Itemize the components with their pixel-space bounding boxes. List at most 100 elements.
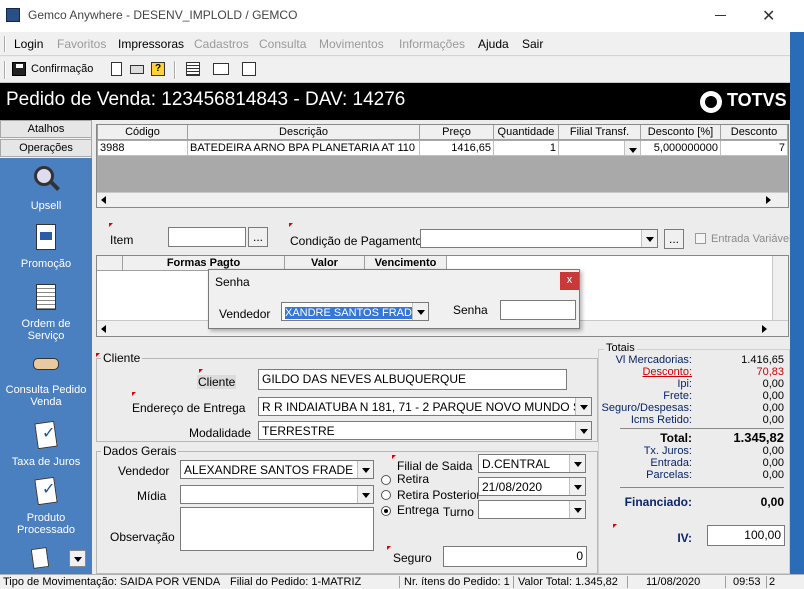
modality-select[interactable]: TERRESTRE <box>258 421 592 440</box>
sidebar-tab-atalhos[interactable]: Atalhos <box>0 120 92 138</box>
save-icon[interactable] <box>12 62 26 76</box>
horizontal-scrollbar[interactable] <box>97 192 788 207</box>
seller-value: ALEXANDRE SANTOS FRADE <box>184 463 354 477</box>
minimize-icon[interactable] <box>715 15 726 16</box>
column-header[interactable]: Preço <box>420 125 494 140</box>
menu-sair[interactable]: Sair <box>522 37 543 51</box>
table-cell-desconto[interactable]: 7 <box>721 141 788 156</box>
sidebar-item-consulta-pedido[interactable]: Consulta Pedido Venda <box>0 348 92 408</box>
menu-movimentos[interactable]: Movimentos <box>319 37 384 51</box>
required-marker <box>613 524 617 528</box>
menu-consulta[interactable]: Consulta <box>259 37 306 51</box>
note-textarea[interactable] <box>180 507 374 551</box>
menu-favoritos[interactable]: Favoritos <box>57 37 106 51</box>
payment-condition-select[interactable] <box>420 229 658 248</box>
menu-login[interactable]: Login <box>14 37 43 51</box>
payment-search-button[interactable]: ... <box>664 229 684 249</box>
seller-select[interactable]: ALEXANDRE SANTOS FRADE <box>180 460 374 479</box>
item-input[interactable] <box>168 227 246 247</box>
dialog-seller-select[interactable]: XANDRE SANTOS FRADE <box>281 302 429 321</box>
radio-retira-posterior[interactable] <box>381 490 391 500</box>
confirm-button[interactable]: Confirmação <box>31 63 93 75</box>
table-cell-filial[interactable] <box>559 141 641 156</box>
chevron-down-icon[interactable] <box>412 303 428 320</box>
date-select[interactable]: 21/08/2020 <box>478 477 586 496</box>
chevron-down-icon[interactable] <box>357 486 373 503</box>
print-icon[interactable] <box>128 60 146 78</box>
sidebar-operations-panel: Upsell Promoção Ordem de Serviço Consult… <box>0 158 92 574</box>
dialog-close-button[interactable]: x <box>560 272 579 290</box>
sidebar-tab-operacoes[interactable]: Operações <box>0 139 92 157</box>
column-header[interactable]: Código <box>98 125 188 140</box>
sidebar-item-promocao[interactable]: Promoção <box>0 222 92 270</box>
close-icon[interactable]: ✕ <box>762 6 775 26</box>
delivery-address-select[interactable]: R R INDAIATUBA N 181, 71 - 2 PARQUE NOVO… <box>258 397 592 416</box>
radio-retira-label: Retira <box>397 472 430 486</box>
list-icon[interactable] <box>240 60 258 78</box>
chevron-down-icon[interactable] <box>641 230 657 247</box>
chevron-down-icon[interactable] <box>575 398 591 415</box>
radio-entrega[interactable] <box>381 506 391 516</box>
item-search-button[interactable]: ... <box>248 227 268 247</box>
column-header[interactable]: Descrição <box>188 125 420 140</box>
exit-branch-select[interactable]: D.CENTRAL <box>478 454 586 473</box>
checklist-icon: ✓ <box>30 420 62 452</box>
menu-impressoras[interactable]: Impressoras <box>118 37 184 51</box>
customer-group-title: Cliente <box>101 351 143 365</box>
chevron-down-icon[interactable] <box>624 141 640 155</box>
radio-retira[interactable] <box>381 475 391 485</box>
checklist-icon[interactable] <box>30 546 54 570</box>
sidebar-item-taxa-juros[interactable]: ✓ Taxa de Juros <box>0 420 92 468</box>
new-document-icon[interactable] <box>108 60 126 78</box>
table-cell-preco[interactable]: 1416,65 <box>420 141 494 156</box>
menu-cadastros[interactable]: Cadastros <box>194 37 249 51</box>
sidebar-scroll-down-button[interactable] <box>69 550 86 567</box>
required-marker <box>387 546 391 550</box>
column-header[interactable]: Quantidade <box>494 125 559 140</box>
chevron-down-icon[interactable] <box>569 478 585 495</box>
required-marker <box>109 223 113 227</box>
vertical-scrollbar[interactable] <box>772 256 788 320</box>
checklist-icon: ✓ <box>30 476 62 508</box>
status-total: Valor Total: 1.345,82 <box>518 576 628 588</box>
sidebar-item-label: Taxa de Juros <box>11 456 81 468</box>
totals-separator <box>620 487 784 488</box>
sidebar-item-ordem-servico[interactable]: Ordem de Serviço <box>0 282 92 342</box>
sidebar-item-produto-processado[interactable]: ✓ Produto Processado <box>0 476 92 536</box>
table-cell-quantidade[interactable]: 1 <box>494 141 559 156</box>
iv-input[interactable]: 100,00 <box>707 525 785 546</box>
chevron-down-icon[interactable] <box>357 461 373 478</box>
chevron-down-icon[interactable] <box>569 455 585 472</box>
card-icon[interactable] <box>212 60 230 78</box>
scroll-right-icon[interactable] <box>762 325 767 333</box>
required-marker <box>289 223 293 227</box>
variable-entry-checkbox[interactable] <box>695 233 706 244</box>
chevron-down-icon[interactable] <box>569 501 585 518</box>
calendar-icon[interactable] <box>184 60 202 78</box>
sidebar-item-upsell[interactable]: Upsell <box>0 164 92 212</box>
status-bar: Tipo de Movimentação: SAIDA POR VENDA Fi… <box>0 574 804 589</box>
app-icon <box>6 8 20 22</box>
scroll-left-icon[interactable] <box>101 196 106 204</box>
table-cell-descricao[interactable]: BATEDEIRA ARNO BPA PLANETARIA AT 110 <box>188 141 420 156</box>
totals-line-label: Vl Mercadorias: <box>615 354 692 366</box>
shift-select[interactable] <box>478 500 586 519</box>
column-header[interactable]: Desconto [%] <box>641 125 721 140</box>
window-title: Gemco Anywhere - DESENV_IMPLOLD / GEMCO <box>28 8 298 22</box>
insurance-input[interactable]: 0 <box>443 546 587 567</box>
table-cell-desconto-pct[interactable]: 5,000000000 <box>641 141 721 156</box>
column-header[interactable]: Filial Transf. <box>559 125 641 140</box>
menu-informacoes[interactable]: Informações <box>399 37 465 51</box>
totals-line-label: Desconto: <box>642 366 692 378</box>
help-icon[interactable]: ? <box>149 60 167 78</box>
menu-grip <box>4 36 6 52</box>
media-select[interactable] <box>180 485 374 504</box>
chevron-down-icon[interactable] <box>575 422 591 439</box>
scroll-left-icon[interactable] <box>101 325 106 333</box>
client-input[interactable]: GILDO DAS NEVES ALBUQUERQUE <box>258 369 567 390</box>
column-header[interactable]: Desconto <box>721 125 788 140</box>
scroll-right-icon[interactable] <box>766 196 771 204</box>
menu-ajuda[interactable]: Ajuda <box>478 37 509 51</box>
dialog-password-input[interactable] <box>500 300 576 320</box>
table-cell-codigo[interactable]: 3988 <box>98 141 188 156</box>
